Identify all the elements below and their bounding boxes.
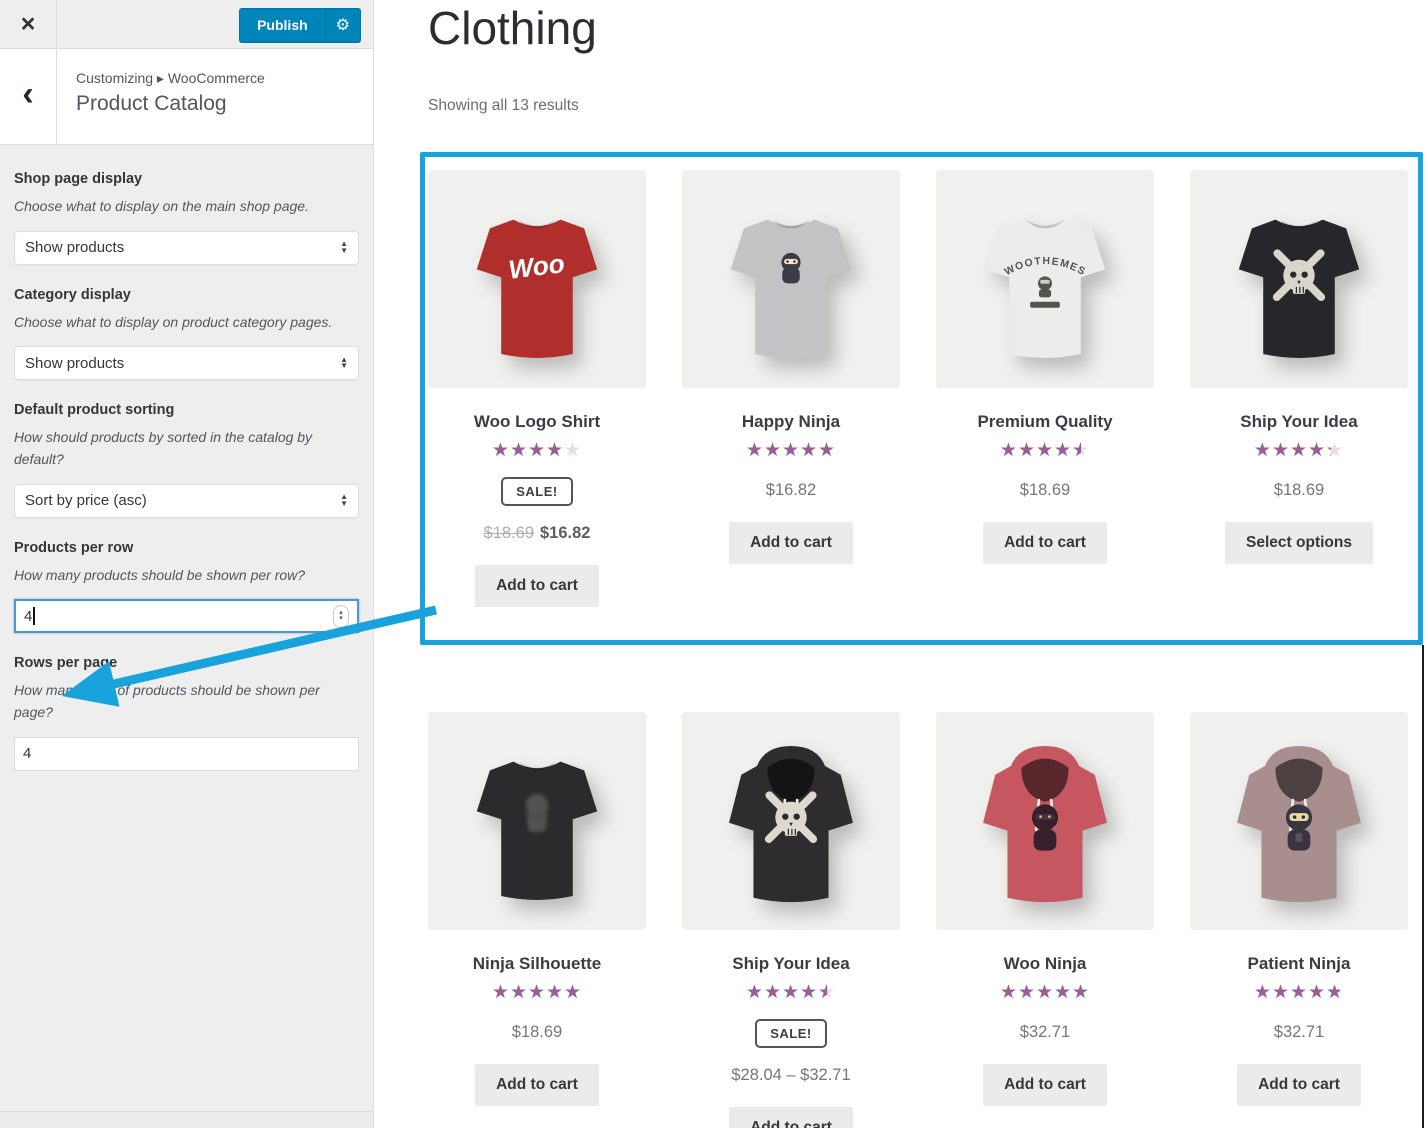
category-display-select[interactable]: Show products ▲▼ [14, 346, 359, 380]
panel-header: ‹ Customizing ▸ WooCommerce Product Cata… [0, 49, 373, 145]
chevron-left-icon: ‹ [22, 77, 33, 111]
product-price: $18.69 [428, 1023, 646, 1042]
control-description: Choose what to display on the main shop … [14, 196, 359, 218]
product-title[interactable]: Premium Quality [936, 412, 1154, 432]
product-image[interactable] [1190, 170, 1408, 388]
product-price: $32.71 [936, 1023, 1154, 1042]
add-to-cart-button[interactable]: Add to cart [475, 1064, 599, 1106]
product-image[interactable] [428, 712, 646, 930]
star-filled-icons: ★★★★★ [492, 982, 582, 1005]
product-title[interactable]: Patient Ninja [1190, 954, 1408, 974]
star-rating: ★★★★★ ★★★★★ [746, 440, 836, 463]
star-rating: ★★★★★ ★★★★★ [1254, 982, 1344, 1005]
product-price: $16.82 [682, 481, 900, 500]
results-count: Showing all 13 results [428, 97, 579, 115]
star-rating: ★★★★★ ★★★★★ [492, 440, 582, 463]
product-price: $18.69 [1190, 481, 1408, 500]
control-heading: Rows per page [14, 655, 359, 671]
product-title[interactable]: Happy Ninja [682, 412, 900, 432]
sale-badge: SALE! [501, 477, 573, 506]
publish-settings-button[interactable]: ⚙ [325, 8, 361, 43]
sale-badge: SALE! [755, 1019, 827, 1048]
close-customizer-button[interactable]: × [0, 0, 57, 48]
star-filled-icons: ★★★★★ [1254, 440, 1331, 463]
product-card: Ship Your Idea ★★★★★ ★★★★★ $18.69 Select… [1190, 170, 1408, 607]
product-card: Woo Ninja ★★★★★ ★★★★★ $32.71 Add to cart [936, 712, 1154, 1128]
default-sorting-select[interactable]: Sort by price (asc) ▲▼ [14, 484, 359, 518]
sidebar-footer [0, 1111, 373, 1128]
customizer-sidebar: × Publish ⚙ ‹ Customizing ▸ WooCommerce … [0, 0, 374, 1128]
star-rating: ★★★★★ ★★★★★ [1000, 982, 1090, 1005]
back-button[interactable]: ‹ [0, 49, 57, 145]
customizer-topbar: × Publish ⚙ [0, 0, 373, 49]
product-card: Ninja Silhouette ★★★★★ ★★★★★ $18.69 Add … [428, 712, 646, 1128]
select-options-button[interactable]: Select options [1225, 522, 1373, 564]
add-to-cart-button[interactable]: Add to cart [475, 565, 599, 607]
product-image[interactable]: WOOTHEMES [936, 170, 1154, 388]
star-filled-icons: ★★★★★ [492, 440, 564, 463]
star-filled-icons: ★★★★★ [746, 982, 827, 1005]
product-title[interactable]: Woo Ninja [936, 954, 1154, 974]
control-description: Choose what to display on product catego… [14, 312, 359, 334]
control-description: How should products by sorted in the cat… [14, 427, 359, 470]
select-arrows-icon: ▲▼ [340, 357, 348, 370]
add-to-cart-button[interactable]: Add to cart [983, 522, 1107, 564]
control-description: How many rows of products should be show… [14, 680, 359, 723]
breadcrumb: Customizing ▸ WooCommerce [76, 70, 373, 87]
control-heading: Category display [14, 287, 359, 303]
publish-button[interactable]: Publish [239, 8, 325, 43]
product-title[interactable]: Ship Your Idea [682, 954, 900, 974]
star-rating: ★★★★★ ★★★★★ [492, 982, 582, 1005]
product-image[interactable] [682, 170, 900, 388]
close-icon: × [21, 10, 36, 39]
star-filled-icons: ★★★★★ [1000, 440, 1081, 463]
star-filled-icons: ★★★★★ [1000, 982, 1090, 1005]
product-image[interactable] [682, 712, 900, 930]
select-arrows-icon: ▲▼ [340, 494, 348, 507]
add-to-cart-button[interactable]: Add to cart [1237, 1064, 1361, 1106]
product-card: Happy Ninja ★★★★★ ★★★★★ $16.82 Add to ca… [682, 170, 900, 607]
product-title[interactable]: Woo Logo Shirt [428, 412, 646, 432]
rows-per-page-input[interactable]: 4 [14, 737, 359, 771]
control-description: How many products should be shown per ro… [14, 565, 359, 587]
panel-title: Product Catalog [76, 92, 373, 116]
product-image[interactable]: Woo [428, 170, 646, 388]
product-image[interactable] [936, 712, 1154, 930]
add-to-cart-button[interactable]: Add to cart [729, 522, 853, 564]
add-to-cart-button[interactable]: Add to cart [729, 1107, 853, 1128]
control-heading: Products per row [14, 540, 359, 556]
product-image[interactable] [1190, 712, 1408, 930]
product-price: $32.71 [1190, 1023, 1408, 1042]
product-card: Patient Ninja ★★★★★ ★★★★★ $32.71 Add to … [1190, 712, 1408, 1128]
product-card: WOOTHEMES Premium Quality ★★★★★ ★★★★★ $1… [936, 170, 1154, 607]
window-edge [1422, 645, 1424, 1128]
product-title[interactable]: Ninja Silhouette [428, 954, 646, 974]
product-card: Ship Your Idea ★★★★★ ★★★★★ SALE! $28.04 … [682, 712, 900, 1128]
products-per-row-input[interactable]: 4 ▴▾ [14, 599, 359, 633]
product-row-2: Ninja Silhouette ★★★★★ ★★★★★ $18.69 Add … [428, 712, 1408, 1128]
control-heading: Shop page display [14, 171, 359, 187]
site-preview: Clothing Showing all 13 results Woo Woo … [374, 0, 1425, 1128]
product-row-1: Woo Woo Logo Shirt ★★★★★ ★★★★★ SALE! $18… [428, 170, 1408, 607]
product-price: $18.69$16.82 [428, 524, 646, 543]
gear-icon: ⚙ [336, 17, 350, 34]
add-to-cart-button[interactable]: Add to cart [983, 1064, 1107, 1106]
text-cursor [33, 607, 35, 625]
number-stepper[interactable]: ▴▾ [333, 605, 349, 628]
star-rating: ★★★★★ ★★★★★ [1254, 440, 1344, 463]
star-rating: ★★★★★ ★★★★★ [746, 982, 836, 1005]
select-arrows-icon: ▲▼ [340, 241, 348, 254]
shop-page-display-select[interactable]: Show products ▲▼ [14, 231, 359, 265]
product-title[interactable]: Ship Your Idea [1190, 412, 1408, 432]
star-filled-icons: ★★★★★ [1254, 982, 1340, 1005]
star-filled-icons: ★★★★★ [746, 440, 836, 463]
page-title: Clothing [428, 1, 597, 55]
control-heading: Default product sorting [14, 402, 359, 418]
product-card: Woo Woo Logo Shirt ★★★★★ ★★★★★ SALE! $18… [428, 170, 646, 607]
product-price: $28.04 – $32.71 [682, 1066, 900, 1085]
product-price: $18.69 [936, 481, 1154, 500]
star-rating: ★★★★★ ★★★★★ [1000, 440, 1090, 463]
